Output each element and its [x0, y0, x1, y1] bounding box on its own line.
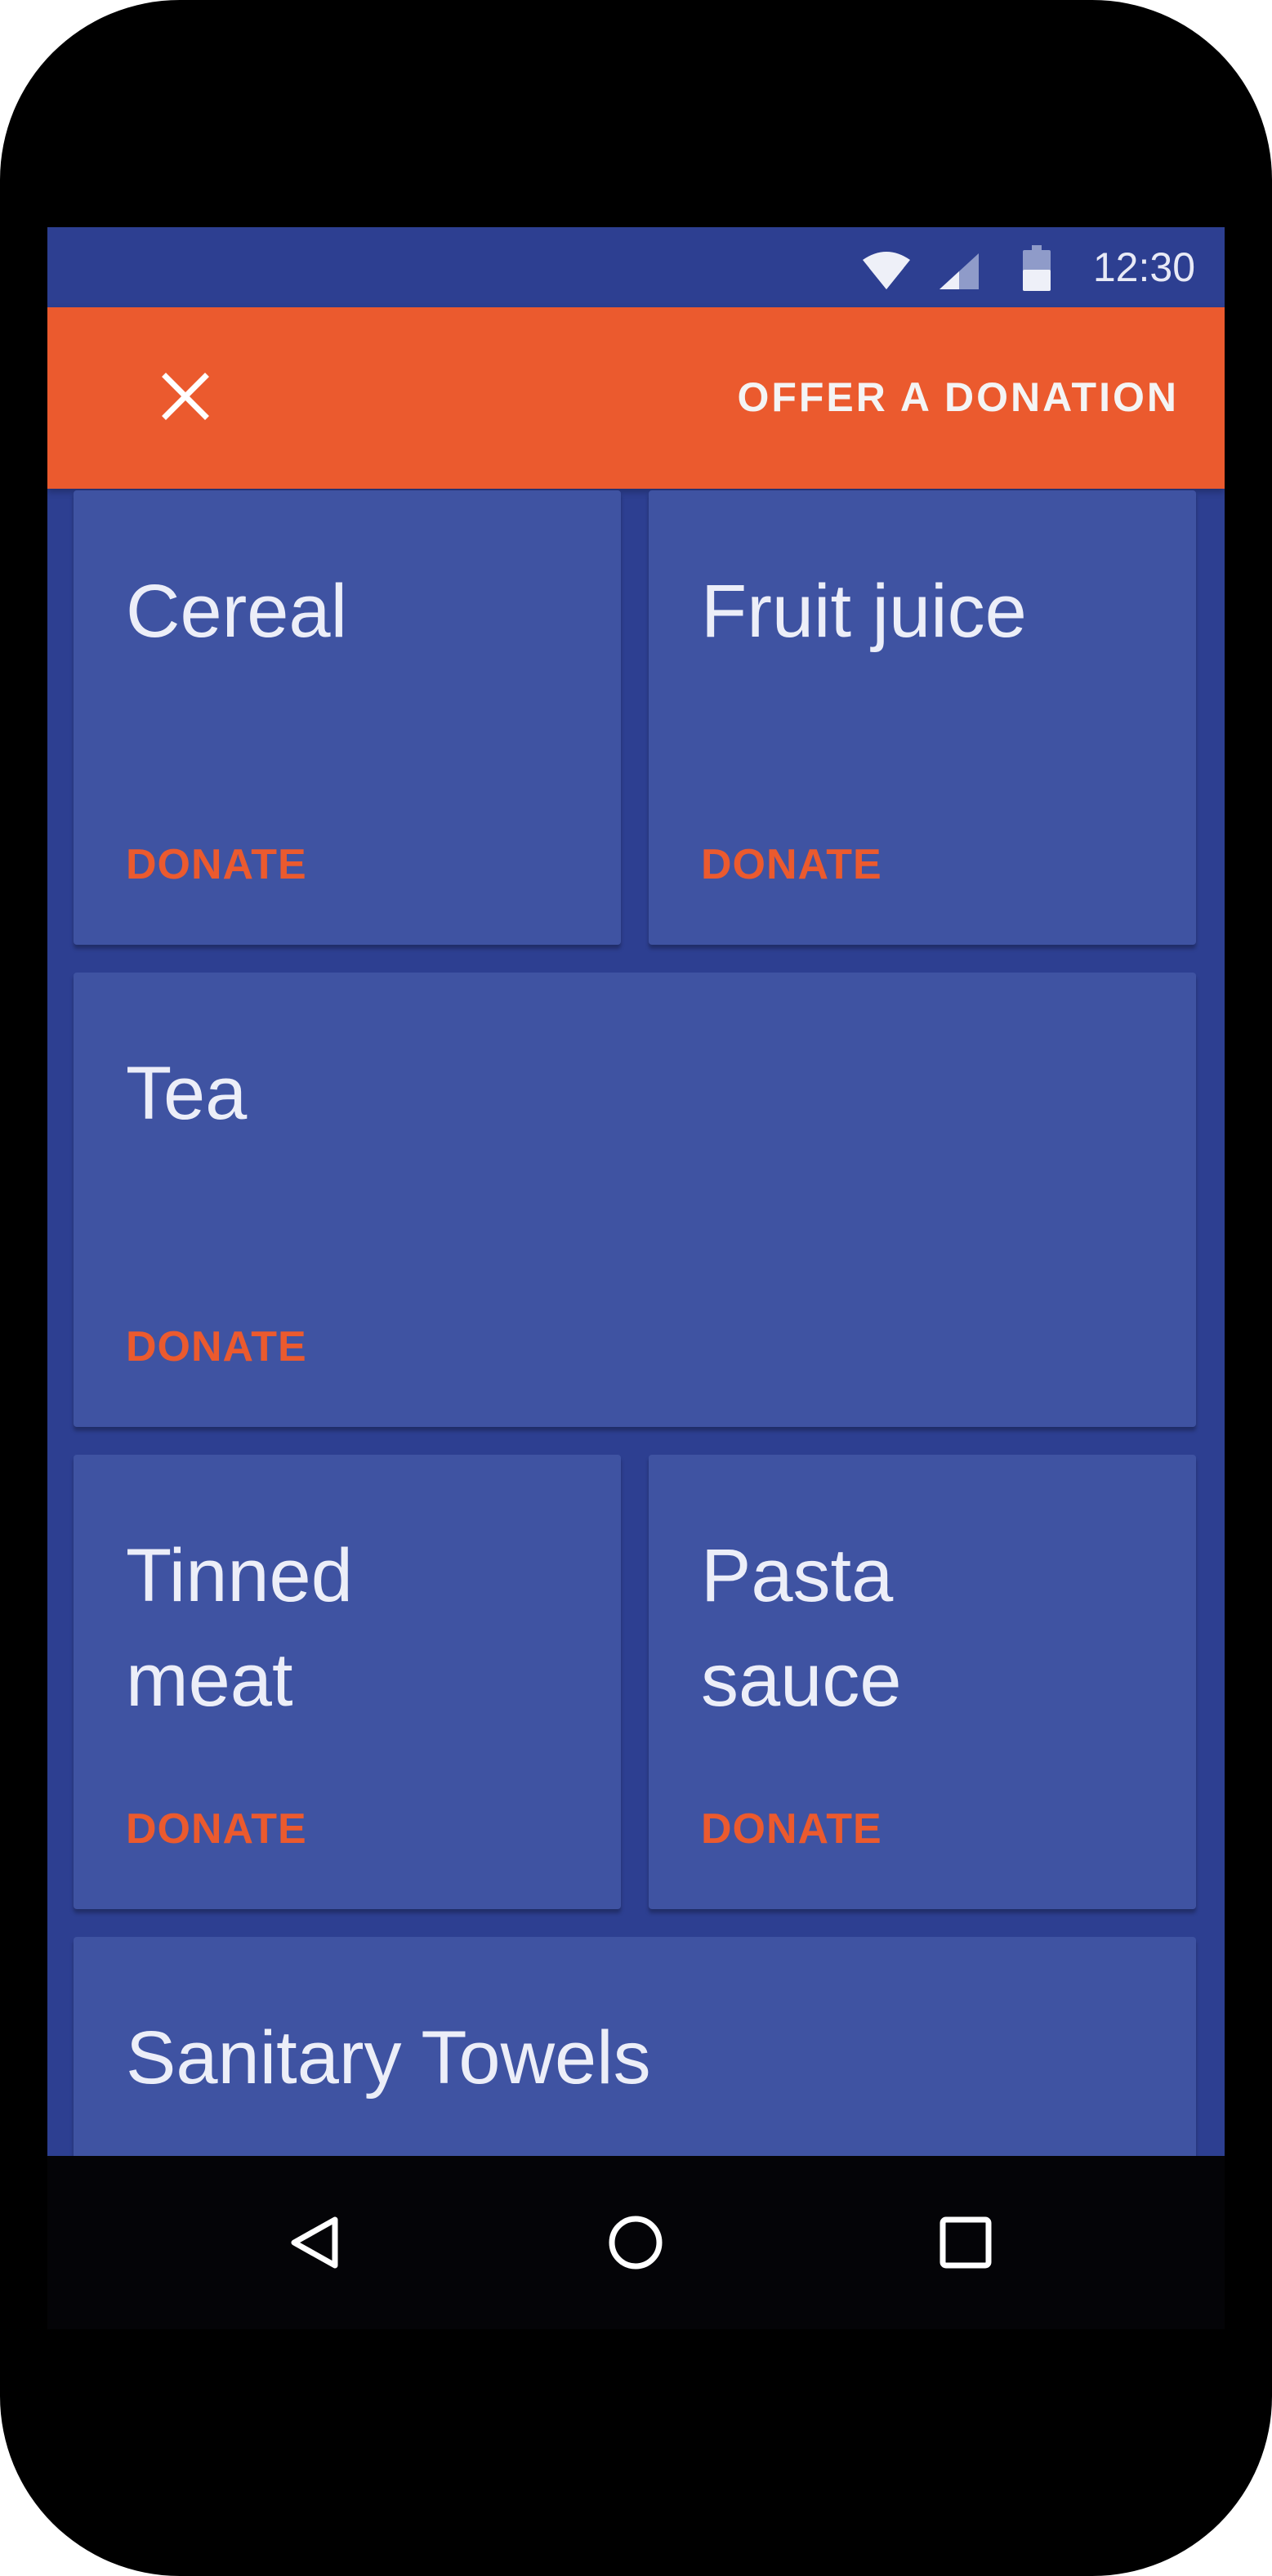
navigation-bar — [47, 2156, 1225, 2329]
wifi-icon — [861, 248, 912, 295]
item-card-tinned-meat[interactable]: Tinned meat DONATE — [74, 1455, 621, 1909]
item-title: Tea — [126, 1052, 248, 1135]
offer-donation-button[interactable]: OFFER A DONATION — [737, 364, 1179, 430]
item-card-fruit-juice[interactable]: Fruit juice DONATE — [649, 490, 1196, 945]
back-button[interactable] — [279, 2210, 348, 2279]
item-card-pasta-sauce[interactable]: Pasta sauce DONATE — [649, 1455, 1196, 1909]
donate-button[interactable]: DONATE — [126, 1805, 307, 1854]
app-screen: 12:30 OFFER A DONATION Cereal DONATE Fruit… — [47, 227, 1225, 2329]
donation-items-grid: Cereal DONATE Fruit juice DONATE Tea DONATE Ti… — [47, 489, 1225, 2329]
recents-button[interactable] — [931, 2210, 1000, 2279]
item-title: Fruit juice — [701, 570, 1027, 653]
donate-button[interactable]: DONATE — [126, 840, 307, 889]
donate-button[interactable]: DONATE — [126, 1322, 307, 1371]
item-card-cereal[interactable]: Cereal DONATE — [74, 490, 621, 945]
app-bar: OFFER A DONATION — [47, 307, 1225, 489]
home-icon — [607, 2214, 664, 2275]
donate-button[interactable]: DONATE — [701, 840, 882, 889]
status-time: 12:30 — [1092, 244, 1195, 290]
item-title: Tinned meat — [126, 1534, 353, 1722]
phone-frame: 12:30 OFFER A DONATION Cereal DONATE Fruit… — [0, 0, 1272, 2576]
back-icon — [288, 2215, 340, 2274]
item-title: Cereal — [126, 570, 348, 653]
item-title: Sanitary Towels — [126, 2016, 651, 2100]
status-bar: 12:30 — [47, 227, 1225, 307]
close-button[interactable] — [147, 360, 224, 436]
donate-button[interactable]: DONATE — [701, 1805, 882, 1854]
cellular-signal-icon — [938, 252, 980, 295]
battery-icon — [1023, 245, 1051, 295]
close-icon — [161, 372, 210, 425]
item-card-tea[interactable]: Tea DONATE — [74, 973, 1196, 1427]
recents-icon — [939, 2216, 993, 2274]
home-button[interactable] — [601, 2210, 670, 2279]
item-title: Pasta sauce — [701, 1534, 902, 1722]
